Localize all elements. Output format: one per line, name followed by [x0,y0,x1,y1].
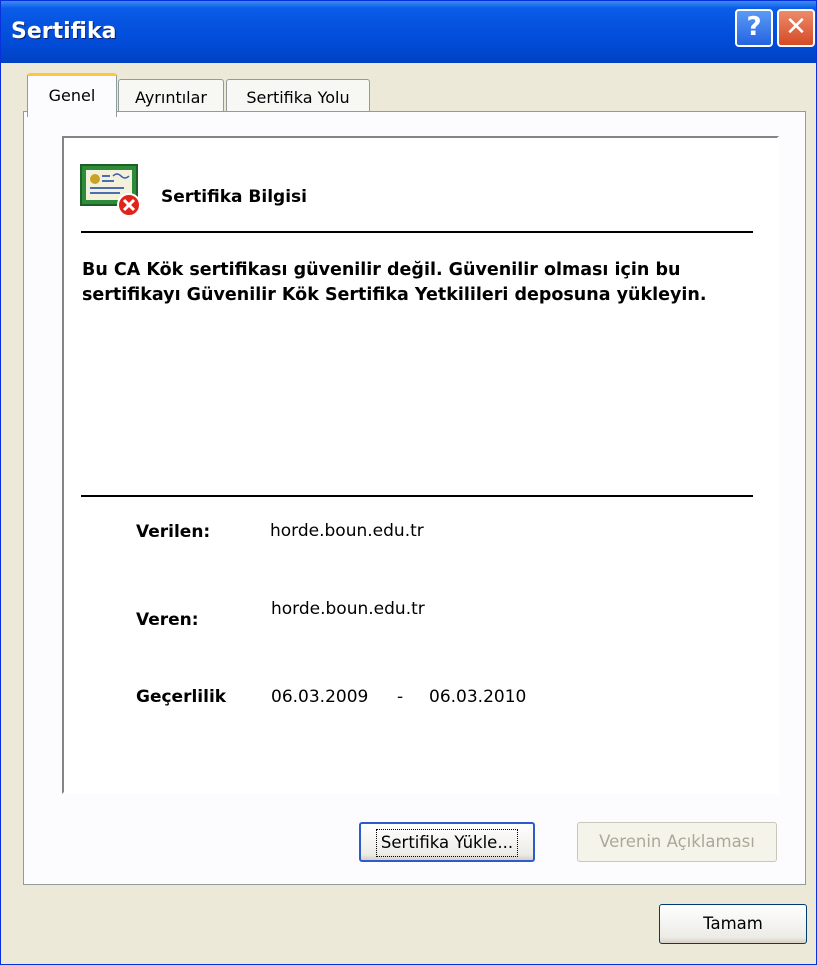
heading-divider [81,231,753,233]
ok-button[interactable]: Tamam [659,904,807,944]
issued-to-label: Verilen: [136,522,211,542]
certificate-dialog: Sertifika ? ✕ Genel Ayrıntılar Sertifika… [0,0,817,965]
install-certificate-button[interactable]: Sertifika Yükle... [359,822,535,862]
details-divider [81,495,753,497]
validity-separator: - [397,687,404,707]
validity-label: Geçerlilik [136,687,227,707]
issued-by-label: Veren: [136,610,199,630]
issued-by-value: horde.boun.edu.tr [271,599,425,619]
issued-to-value: horde.boun.edu.tr [270,521,424,541]
title-bar[interactable]: Sertifika ? ✕ [1,1,816,63]
help-button[interactable]: ? [735,9,773,47]
close-button[interactable]: ✕ [777,9,815,47]
certificate-error-icon [80,164,141,216]
window-title: Sertifika [11,19,117,44]
tab-genel[interactable]: Genel [27,73,117,117]
install-certificate-label: Sertifika Yükle... [375,829,519,857]
issuer-statement-button[interactable]: Verenin Açıklaması [577,822,777,862]
trust-warning-message: Bu CA Kök sertifikası güvenilir değil. G… [82,260,707,305]
certificate-info-heading: Sertifika Bilgisi [161,187,307,207]
valid-to-date: 06.03.2010 [429,687,527,707]
valid-from-date: 06.03.2009 [271,687,369,707]
